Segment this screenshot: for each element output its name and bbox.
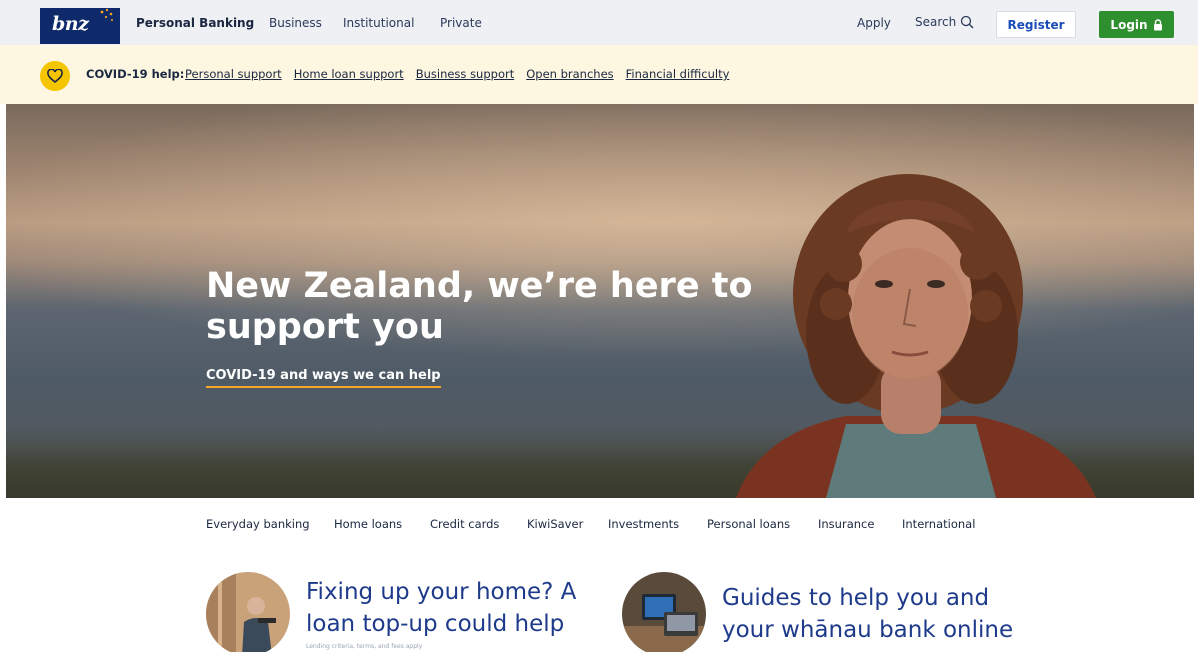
hero-title: New Zealand, we’re here to support you	[206, 266, 753, 347]
register-label: Register	[1007, 17, 1065, 32]
promo-online-guides-title-line2: your whānau bank online	[722, 617, 1014, 643]
covid-help-bar: COVID-19 help: Personal support Home loa…	[0, 45, 1198, 104]
product-everyday-banking[interactable]: Everyday banking	[206, 517, 310, 531]
hero-banner: New Zealand, we’re here to support you C…	[6, 104, 1194, 498]
promo-home-loan-note: Lending criteria, terms, and fees apply	[306, 643, 423, 650]
bnz-stars-icon	[100, 8, 113, 21]
covid-heart-badge	[40, 61, 70, 91]
promo-home-loan-title-line1: Fixing up your home? A	[306, 579, 577, 605]
covid-link-personal-support[interactable]: Personal support	[185, 67, 282, 81]
lock-icon	[1153, 18, 1162, 30]
promo-online-guides-title-line1: Guides to help you and	[722, 585, 990, 611]
product-insurance[interactable]: Insurance	[818, 517, 874, 531]
product-investments[interactable]: Investments	[608, 517, 679, 531]
login-button[interactable]: Login	[1099, 11, 1174, 38]
promo-home-loan-image	[206, 572, 290, 652]
logo-text: bnz	[52, 13, 89, 35]
product-credit-cards[interactable]: Credit cards	[430, 517, 499, 531]
nav-institutional[interactable]: Institutional	[343, 16, 414, 30]
nav-business[interactable]: Business	[269, 16, 322, 30]
product-personal-loans[interactable]: Personal loans	[707, 517, 790, 531]
heart-icon	[47, 69, 63, 83]
login-label: Login	[1110, 17, 1148, 32]
product-navigation: Everyday banking Home loans Credit cards…	[0, 498, 1198, 550]
covid-link-financial-difficulty[interactable]: Financial difficulty	[626, 67, 730, 81]
search-icon	[961, 15, 974, 29]
top-navigation: bnz Personal Banking Business Institutio…	[0, 0, 1198, 45]
covid-link-business-support[interactable]: Business support	[416, 67, 515, 81]
search-label: Search	[915, 15, 957, 29]
product-kiwisaver[interactable]: KiwiSaver	[527, 517, 583, 531]
covid-links: Personal support Home loan support Busin…	[185, 67, 729, 81]
product-home-loans[interactable]: Home loans	[334, 517, 402, 531]
search-button[interactable]: Search	[915, 15, 974, 29]
hero-covid-link[interactable]: COVID-19 and ways we can help	[206, 368, 441, 388]
register-button[interactable]: Register	[996, 11, 1076, 38]
covid-link-home-loan-support[interactable]: Home loan support	[294, 67, 404, 81]
nav-personal-banking[interactable]: Personal Banking	[136, 16, 254, 30]
covid-link-open-branches[interactable]: Open branches	[526, 67, 613, 81]
bnz-logo[interactable]: bnz	[40, 8, 120, 44]
promo-home-loan-title-line2: loan top-up could help	[306, 611, 565, 637]
promo-online-guides-image	[622, 572, 706, 652]
nav-private[interactable]: Private	[440, 16, 482, 30]
product-international[interactable]: International	[902, 517, 975, 531]
covid-help-label: COVID-19 help:	[86, 67, 185, 81]
nav-apply[interactable]: Apply	[857, 16, 891, 30]
